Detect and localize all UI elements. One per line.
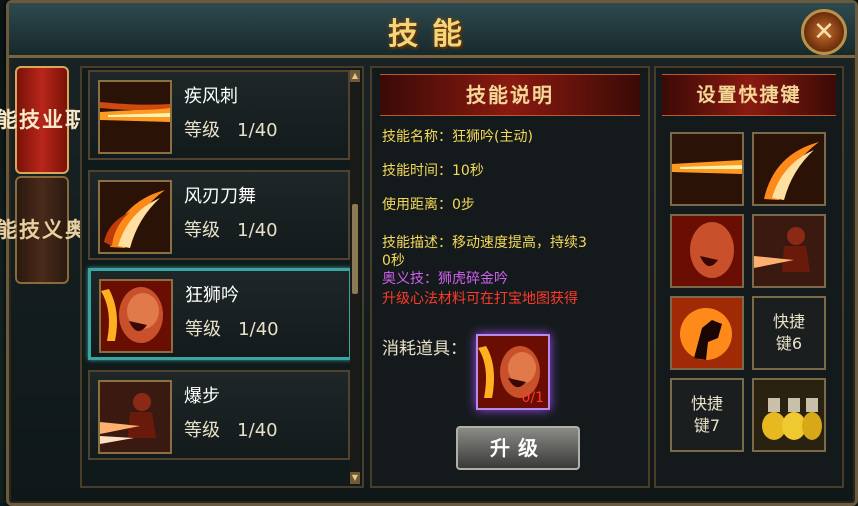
material-hint-line: 升级心法材料可在打宝地图获得 [382, 291, 578, 307]
skill-level: 等级 1/40 [184, 420, 278, 441]
potion-icon [754, 380, 824, 450]
skill-row[interactable]: 风刃刀舞 等级 1/40 [88, 170, 350, 260]
blade-slash-icon [98, 80, 172, 154]
skill-name: 疾风刺 [184, 86, 238, 107]
consume-label: 消耗道具： [382, 339, 467, 359]
skill-name: 狂狮吟 [185, 285, 239, 306]
shortcut-slot-2[interactable] [752, 132, 826, 206]
fire-fist-icon [672, 298, 742, 368]
skill-level: 等级 1/40 [185, 319, 279, 340]
shortcut-slot-label: 快捷键6 [772, 312, 805, 353]
skill-row-selected[interactable]: 狂狮吟 等级 1/40 [88, 268, 352, 360]
scroll-down-icon[interactable]: ▼ [350, 472, 360, 484]
tab-class-skills[interactable]: 职 业 技 能 [0, 66, 86, 174]
shortcut-slot-8[interactable] [752, 378, 826, 452]
shortcut-slot-6[interactable]: 快捷键6 [752, 296, 826, 370]
shortcut-slot-label: 快捷键7 [690, 394, 723, 435]
shortcut-slot-5[interactable] [670, 296, 744, 370]
blade-dance-icon [98, 180, 172, 254]
shortcut-slot-1[interactable] [670, 132, 744, 206]
skill-name: 爆步 [184, 386, 220, 407]
tab-char: 义 [42, 218, 65, 242]
title-bar: 技能 ✕ [9, 3, 855, 58]
shortcut-header: 设置快捷键 [662, 74, 836, 116]
tab-char: 业 [42, 108, 65, 132]
upgrade-button[interactable]: 升级 [456, 426, 580, 470]
consume-item-slot[interactable]: 0/1 [476, 334, 550, 410]
skill-row[interactable]: 疾风刺 等级 1/40 [88, 70, 350, 160]
skill-desc-line-2: 0秒 [382, 253, 405, 269]
skill-name: 风刃刀舞 [184, 186, 256, 207]
skill-range-line: 使用距离：0步 [382, 197, 475, 213]
description-header: 技能说明 [380, 74, 640, 116]
secret-skill-line: 奥义技：狮虎碎金吟 [382, 271, 508, 287]
skill-row[interactable]: 爆步 等级 1/40 [88, 370, 350, 460]
skill-name-line: 技能名称：狂狮吟(主动) [382, 129, 533, 145]
blade-dance-icon [754, 134, 824, 204]
skill-desc-line: 技能描述：移动速度提高，持续3 [382, 235, 587, 251]
window-title: 技能 [388, 17, 476, 52]
skill-time-line: 技能时间：10秒 [382, 163, 484, 179]
skill-list-scrollbar[interactable]: ▲ ▼ [350, 70, 360, 484]
shortcut-slot-4[interactable] [752, 214, 826, 288]
item-count: 0/1 [521, 390, 544, 406]
tab-char: 能 [0, 108, 19, 132]
tab-char: 能 [0, 218, 19, 242]
burst-step-icon [98, 380, 172, 454]
skill-list[interactable]: 疾风刺 等级 1/40 风刃刀舞 等级 1/40 狂狮吟 等级 1/40 爆步 … [80, 66, 364, 488]
roar-icon [99, 279, 173, 353]
scroll-up-icon[interactable]: ▲ [350, 70, 360, 82]
blade-slash-icon [672, 134, 742, 204]
shortcut-panel: 设置快捷键 快捷键6 快捷键7 [654, 66, 844, 488]
close-button[interactable]: ✕ [801, 9, 847, 55]
tab-char: 技 [19, 108, 42, 132]
tab-char: 技 [19, 218, 42, 242]
skill-level: 等级 1/40 [184, 120, 278, 141]
tab-secret-skills[interactable]: 奥 义 技 能 [0, 176, 86, 284]
roar-icon [672, 216, 742, 286]
skill-level: 等级 1/40 [184, 220, 278, 241]
shortcut-slot-3[interactable] [670, 214, 744, 288]
burst-step-icon [754, 216, 824, 286]
shortcut-slot-7[interactable]: 快捷键7 [670, 378, 744, 452]
scroll-thumb[interactable] [352, 204, 358, 294]
skill-description-panel: 技能说明 技能名称：狂狮吟(主动) 技能时间：10秒 使用距离：0步 技能描述：… [370, 66, 650, 488]
